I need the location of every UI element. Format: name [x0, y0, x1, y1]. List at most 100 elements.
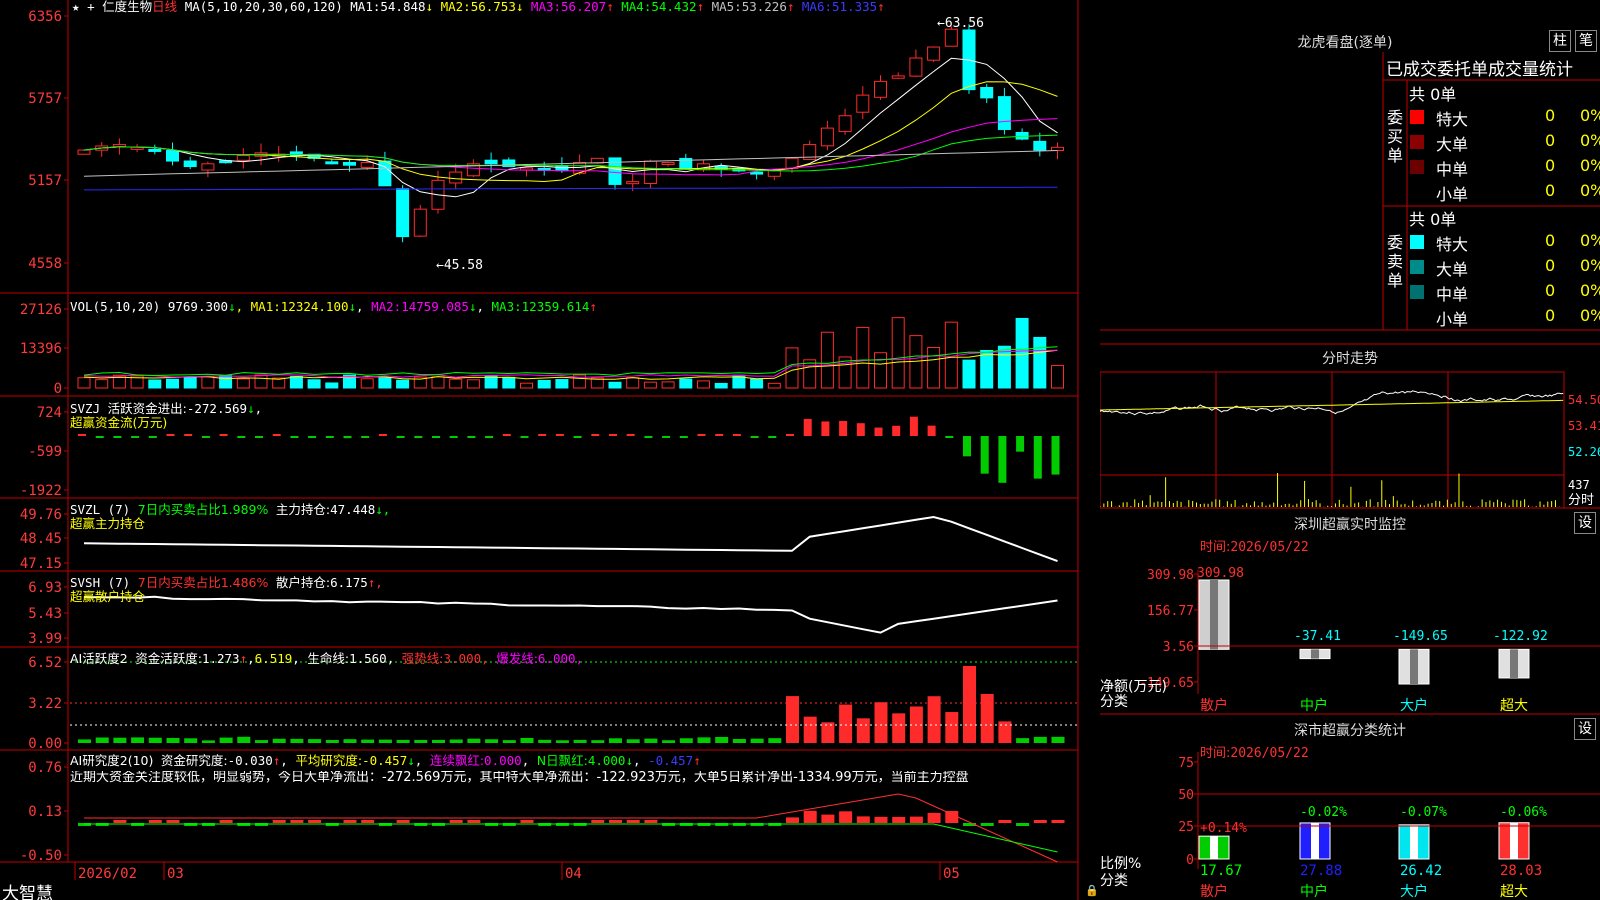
ai-active-bar — [609, 738, 622, 743]
svzj-bar — [998, 436, 1007, 483]
star-icon[interactable]: ★ — [72, 0, 80, 14]
stock-name[interactable]: 仁度生物 — [102, 0, 152, 14]
ai-research-green-line — [84, 823, 1058, 853]
candle-body — [77, 149, 91, 155]
kline-tick: 6356 — [28, 9, 62, 25]
ai-active-bar — [95, 737, 109, 743]
ai-research-bar — [290, 820, 304, 823]
ai-active-bar — [272, 738, 286, 743]
svzj-bar — [325, 436, 334, 438]
date-label: 2026/02 — [78, 866, 137, 882]
svzj-bar — [927, 425, 936, 436]
sz-classify-change-label: +0.14% — [1200, 821, 1247, 836]
ai-research-bar — [361, 820, 375, 823]
ai-active-bar — [644, 738, 658, 743]
ai-active-bar — [467, 738, 481, 743]
volume-bar — [1033, 336, 1047, 389]
ai-active-bar — [786, 696, 799, 743]
ma4-arrow: ↑ — [696, 0, 705, 14]
svzj-arrow: ↓ — [247, 401, 255, 416]
svzj-bar — [609, 434, 617, 436]
ai-research-commentary: 近期大资金关注度较低，明显弱势，今日大单净流出：-272.569万元，其中特大单… — [70, 771, 969, 785]
vol-ma1-value: 12324.100 — [280, 299, 349, 314]
vol-arrow: ↓ — [228, 299, 236, 314]
ai-active-bar — [856, 718, 870, 743]
ai-research-v3: 0.000 — [484, 753, 522, 768]
ai-active-bar — [662, 740, 676, 743]
volume-bar — [148, 379, 162, 389]
ai-active-bar — [502, 740, 516, 743]
ai-research-bar — [1051, 820, 1065, 823]
svzj-bar — [821, 421, 830, 436]
sell-swatch — [1410, 260, 1424, 274]
ai-active-bar — [201, 740, 215, 743]
ai-active-bar — [361, 739, 375, 743]
ai-active-bar — [78, 739, 91, 743]
ai-active-bar — [679, 738, 693, 743]
candle-body — [449, 171, 463, 184]
period-label[interactable]: 日线 — [152, 0, 177, 14]
ai-research-v2: -0.457 — [362, 753, 408, 768]
ai-research-bar — [927, 812, 941, 823]
svzj-bar — [715, 434, 724, 436]
ma-line-2 — [83, 81, 1058, 183]
ai-research-bar — [343, 820, 357, 823]
sz-classify-y-unit: 比例% 分类 — [1100, 856, 1142, 889]
svsh-arrow: ↑, — [367, 575, 383, 590]
intraday-title: 分时走势 — [1322, 351, 1378, 367]
buy-count: 0 — [1545, 131, 1556, 150]
svsh-desc: 7日内买卖占比1.486% — [137, 575, 269, 590]
candle-body — [944, 28, 958, 47]
tab-pen[interactable]: 笔 — [1575, 30, 1597, 52]
volume-bar — [750, 378, 764, 389]
sell-row: 特大 0 0% — [1410, 231, 1600, 254]
kline-candles — [77, 24, 1064, 243]
intraday-vol-tick: 437 — [1568, 478, 1590, 492]
candle-body — [874, 80, 887, 98]
kline-header: ★ + 仁度生物日线 MA(5,10,20,30,60,120) MA1:54.… — [72, 0, 885, 14]
tab-bar-chart[interactable]: 柱 — [1549, 30, 1571, 52]
crosshair-icon[interactable]: + — [87, 0, 95, 14]
svzj-desc: 活跃资金进出: — [107, 401, 187, 416]
candle-body — [767, 170, 781, 177]
ai-active-bars — [78, 665, 1065, 743]
buy-pct: 0% — [1580, 181, 1600, 200]
lock-icon[interactable]: 🔒 — [1085, 884, 1099, 897]
buy-count: 0 — [1545, 181, 1556, 200]
ai-active-v2: 6.519 — [254, 651, 293, 666]
buy-name: 中单 — [1436, 160, 1469, 179]
ai-active-bar — [538, 739, 552, 743]
ai-research-bar — [449, 820, 463, 823]
sz-monitor-settings-button[interactable]: 设 — [1574, 512, 1596, 534]
sz-classify-value-label: 26.42 — [1400, 863, 1442, 879]
ai-active-bar — [591, 740, 605, 743]
sz-classify-bar-stripe — [1210, 836, 1218, 859]
svzj-bar — [750, 436, 759, 438]
intraday-price-tick: 54.50 — [1568, 393, 1600, 407]
volume-bar — [856, 326, 870, 389]
sz-classify-change-label: -0.07% — [1400, 805, 1447, 820]
svzj-bar — [591, 434, 600, 436]
svzl-header: SVZL (7) 7日内买卖占比1.989% 主力持仓:47.448↓, — [70, 503, 390, 517]
ai-research-bar — [308, 820, 322, 823]
sz-classify-settings-button[interactable]: 设 — [1574, 718, 1596, 740]
ma5-value: 53.226 — [741, 0, 787, 14]
ai-active-bar — [325, 739, 339, 743]
svzj-tick: 724 — [37, 405, 62, 421]
ai-active-bar — [945, 712, 959, 743]
svzj-bar — [874, 427, 883, 436]
ma3-name: MA3: — [530, 0, 562, 14]
ai-active-a1: ↑ — [239, 651, 248, 666]
svzj-bar — [573, 436, 582, 438]
ai-active-bar — [573, 739, 587, 743]
volume-header: VOL(5,10,20) 9769.300↓, MA1:12324.100↓, … — [70, 299, 597, 314]
ai-active-bar — [768, 738, 782, 743]
svzj-bar — [786, 434, 794, 436]
svzj-bar — [361, 436, 370, 438]
svzj-bar — [1051, 436, 1060, 475]
svzl-arrow: ↓, — [375, 502, 391, 517]
volume-bar — [360, 378, 374, 389]
ai-research-bar — [839, 811, 853, 823]
svzj-bar — [148, 436, 157, 438]
svzl-tick: 48.45 — [20, 531, 62, 547]
